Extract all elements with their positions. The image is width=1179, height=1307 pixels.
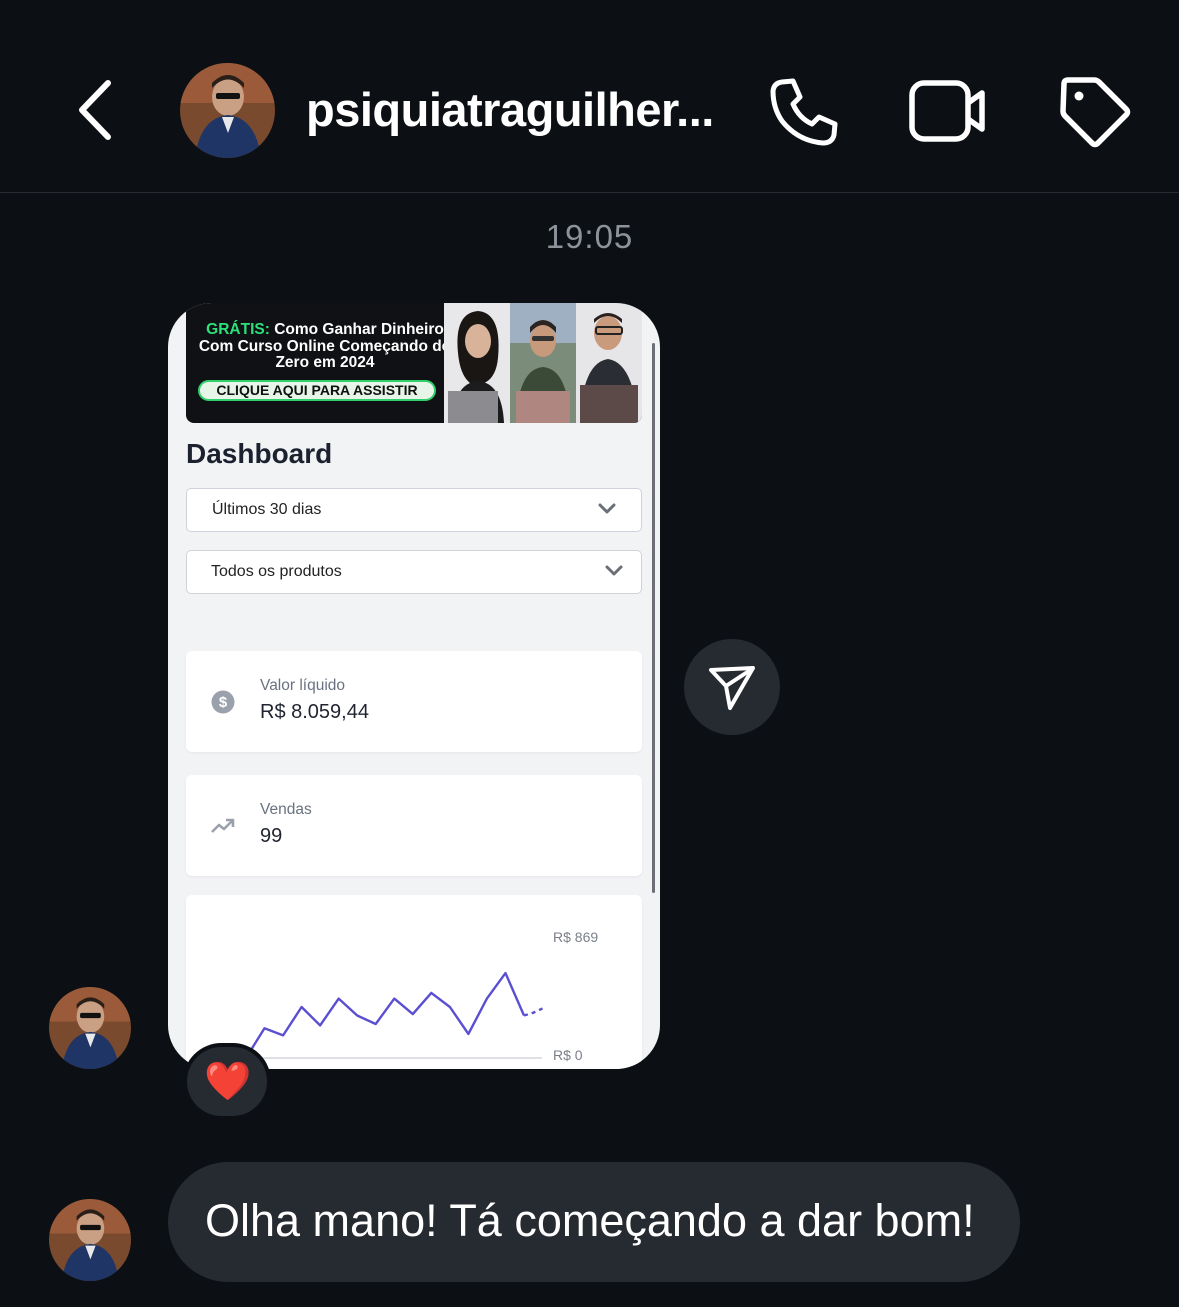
sender-avatar[interactable] (49, 987, 131, 1069)
banner-cta-button[interactable]: CLIQUE AQUI PARA ASSISTIR (198, 380, 436, 401)
dashboard-title: Dashboard (186, 438, 333, 469)
share-button[interactable] (684, 639, 780, 735)
period-select-value: Últimos 30 dias (212, 501, 322, 518)
chat-header: psiquiatraguilher... (0, 0, 1179, 193)
revenue-line-chart (244, 971, 543, 1059)
sales-card: Vendas 99 (186, 775, 642, 876)
shared-image-message[interactable]: GRÁTIS: Como Ganhar Dinheiro Com Curso O… (168, 303, 660, 1069)
series-line (244, 971, 526, 1059)
chevron-down-icon (605, 565, 623, 576)
chevron-down-icon (598, 503, 616, 514)
send-icon (709, 666, 755, 710)
timestamp: 19:05 (545, 218, 634, 255)
dollar-icon: $ (211, 690, 235, 714)
promo-banner[interactable]: GRÁTIS: Como Ganhar Dinheiro Com Curso O… (186, 303, 642, 423)
y-axis-min-label: R$ 0 (553, 1047, 583, 1063)
phone-icon[interactable] (768, 76, 840, 148)
product-select-value: Todos os produtos (211, 563, 342, 580)
presenter-photo (510, 303, 576, 423)
avatar[interactable] (180, 63, 275, 158)
product-select[interactable]: Todos os produtos (186, 550, 642, 594)
revenue-chart-card: R$ 869 R$ 0 (186, 895, 642, 1069)
tag-icon[interactable] (1056, 74, 1132, 150)
message-bubble[interactable]: Olha mano! Tá começando a dar bom! (168, 1162, 1020, 1282)
presenter-photo (444, 303, 510, 423)
sales-label: Vendas (260, 801, 312, 818)
heart-icon: ❤️ (204, 1061, 252, 1103)
chat-title[interactable]: psiquiatraguilher... (306, 82, 714, 137)
svg-text:$: $ (219, 694, 228, 711)
sender-avatar[interactable] (49, 1199, 131, 1281)
period-select[interactable]: Últimos 30 dias (186, 488, 642, 532)
banner-highlight: GRÁTIS: (206, 321, 270, 338)
heart-reaction[interactable]: ❤️ (183, 1043, 271, 1120)
message-text: Olha mano! Tá começando a dar bom! (205, 1195, 975, 1246)
scrollbar[interactable] (652, 343, 655, 893)
net-value-card: $ Valor líquido R$ 8.059,44 (186, 651, 642, 752)
y-axis-max-label: R$ 869 (553, 929, 599, 945)
presenter-photo (576, 303, 642, 423)
sales-value: 99 (260, 825, 283, 847)
banner-text: GRÁTIS: Como Ganhar Dinheiro Com Curso O… (198, 321, 452, 372)
trending-up-icon (211, 818, 235, 833)
net-value-label: Valor líquido (260, 677, 346, 694)
video-camera-icon[interactable] (908, 76, 988, 146)
net-value: R$ 8.059,44 (260, 701, 369, 723)
projected-series-line (523, 1007, 543, 1017)
chevron-left-icon[interactable] (70, 75, 120, 145)
